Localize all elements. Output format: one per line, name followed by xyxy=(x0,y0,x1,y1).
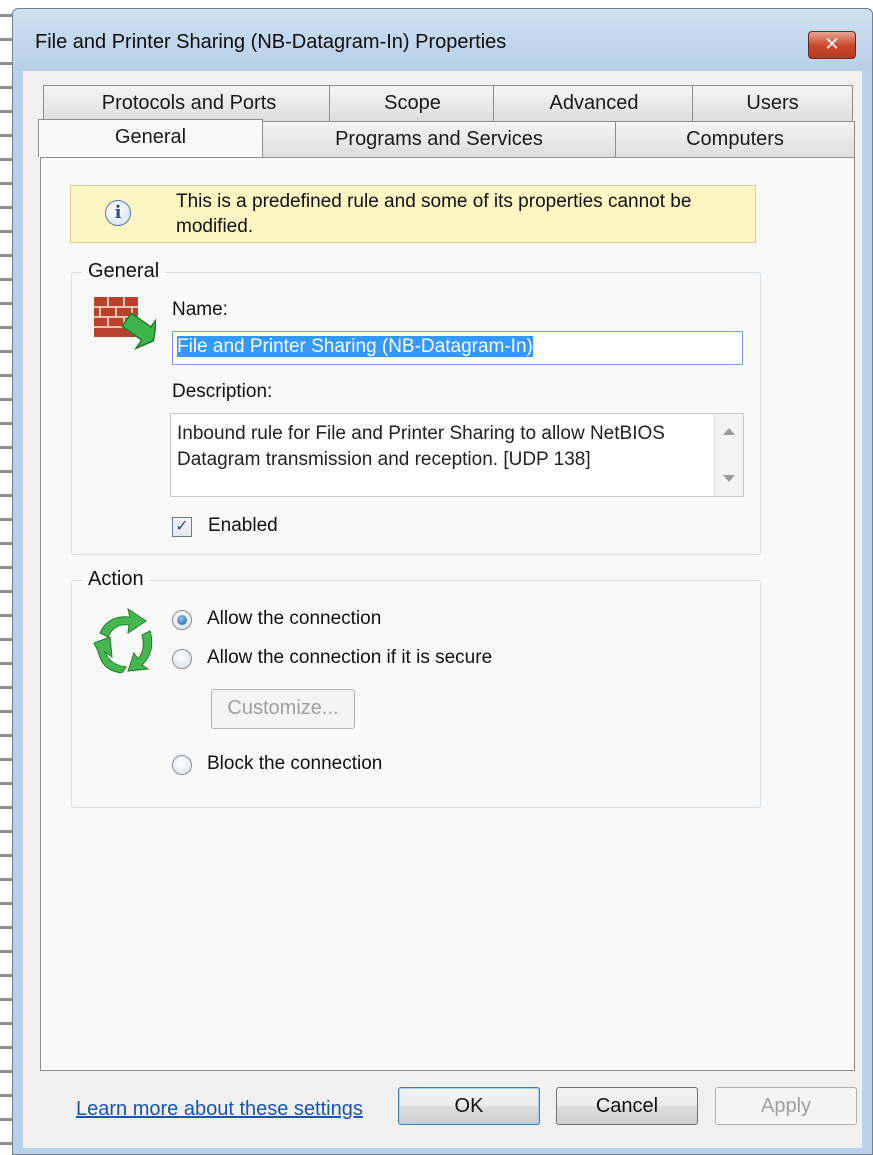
description-value: Inbound rule for File and Printer Sharin… xyxy=(177,423,665,470)
cancel-button[interactable]: Cancel xyxy=(556,1087,698,1125)
tab-scope[interactable]: Scope xyxy=(329,85,496,121)
learn-more-link[interactable]: Learn more about these settings xyxy=(76,1098,363,1121)
description-scrollbar[interactable] xyxy=(714,414,743,496)
tab-users[interactable]: Users xyxy=(692,85,853,121)
tab-computers[interactable]: Computers xyxy=(615,121,855,157)
rule-name-value: File and Printer Sharing (NB-Datagram-In… xyxy=(177,336,533,357)
enabled-checkbox[interactable]: ✓ xyxy=(172,517,192,537)
scroll-up-arrow-icon[interactable] xyxy=(723,428,735,435)
apply-button[interactable]: Apply xyxy=(715,1087,857,1125)
block-connection-label[interactable]: Block the connection xyxy=(207,753,382,775)
properties-dialog: File and Printer Sharing (NB-Datagram-In… xyxy=(12,8,873,1155)
customize-button[interactable]: Customize... xyxy=(211,689,355,729)
action-group: Action Allow the connection Allow the co… xyxy=(71,568,761,808)
description-field[interactable]: Inbound rule for File and Printer Sharin… xyxy=(170,413,744,497)
action-group-label: Action xyxy=(82,568,150,591)
tab-general[interactable]: General xyxy=(38,119,263,157)
ok-button[interactable]: OK xyxy=(398,1087,540,1125)
tab-programs-and-services[interactable]: Programs and Services xyxy=(261,121,617,157)
rule-name-field[interactable]: File and Printer Sharing (NB-Datagram-In… xyxy=(172,331,743,365)
scroll-down-arrow-icon[interactable] xyxy=(723,475,735,482)
dialog-client-area: Protocols and Ports Scope Advanced Users… xyxy=(23,71,862,1148)
general-group-label: General xyxy=(82,260,166,283)
name-label: Name: xyxy=(172,299,228,320)
description-label: Description: xyxy=(172,381,273,402)
tab-protocols-and-ports[interactable]: Protocols and Ports xyxy=(43,85,335,121)
general-tab-panel: i This is a predefined rule and some of … xyxy=(40,157,855,1120)
tab-advanced[interactable]: Advanced xyxy=(493,85,695,121)
enabled-label[interactable]: Enabled xyxy=(208,515,278,537)
firewall-rule-icon xyxy=(94,297,156,350)
allow-if-secure-radio[interactable] xyxy=(172,649,192,669)
block-connection-radio[interactable] xyxy=(172,755,192,775)
allow-connection-label[interactable]: Allow the connection xyxy=(207,608,381,630)
close-button[interactable]: ✕ xyxy=(808,31,856,59)
action-arrows-icon xyxy=(93,607,153,673)
infobar-text: This is a predefined rule and some of it… xyxy=(176,191,692,237)
info-icon: i xyxy=(105,200,131,226)
allow-if-secure-label[interactable]: Allow the connection if it is secure xyxy=(207,647,492,669)
general-group: General Name: File and Printer Sharing (… xyxy=(71,260,761,555)
allow-connection-radio[interactable] xyxy=(172,610,192,630)
predefined-rule-infobar: i This is a predefined rule and some of … xyxy=(70,185,756,243)
title-bar[interactable]: File and Printer Sharing (NB-Datagram-In… xyxy=(13,9,872,71)
window-title: File and Printer Sharing (NB-Datagram-In… xyxy=(35,31,507,53)
